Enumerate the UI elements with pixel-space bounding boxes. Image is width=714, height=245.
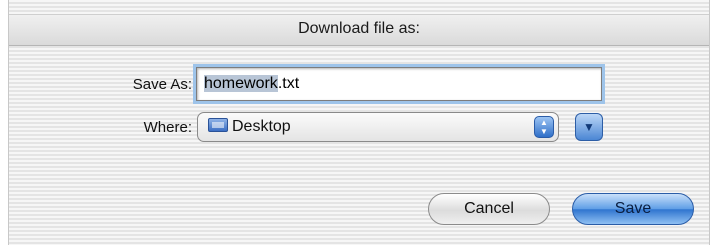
where-value: Desktop <box>232 118 291 135</box>
dialog-titlebar: Download file as: <box>9 14 709 46</box>
dialog-title: Download file as: <box>298 20 420 37</box>
filename-selected-text: homework <box>204 75 278 92</box>
where-label: Where: <box>143 119 192 136</box>
filename-extension: .txt <box>277 75 300 92</box>
save-button[interactable]: Save <box>572 193 694 225</box>
expand-triangle-button[interactable]: ▼ <box>575 113 603 141</box>
filename-field[interactable]: homework.txt <box>196 67 602 101</box>
save-as-label: Save As: <box>132 76 192 93</box>
cancel-button[interactable]: Cancel <box>428 193 550 225</box>
triangle-down-icon: ▼ <box>583 120 595 134</box>
where-popup[interactable]: Desktop ▲ ▼ <box>197 112 559 142</box>
updown-arrows-icon: ▲ ▼ <box>534 116 554 138</box>
folder-icon <box>208 118 228 132</box>
